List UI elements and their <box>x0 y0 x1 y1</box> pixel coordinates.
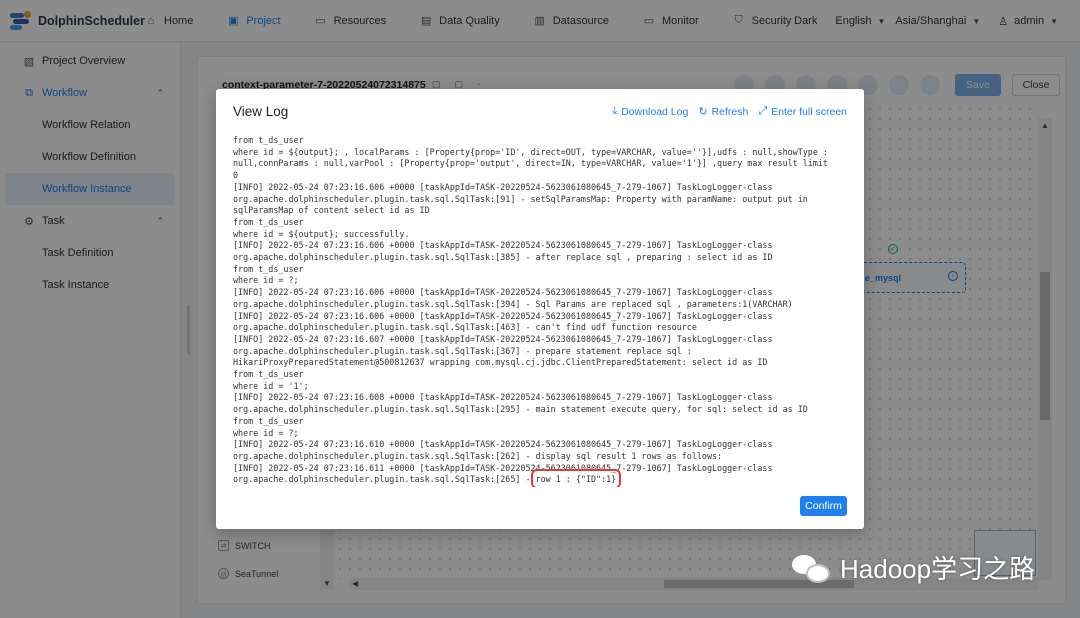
refresh-button[interactable]: ↻ Refresh <box>698 105 749 119</box>
refresh-icon: ↻ <box>698 106 708 118</box>
dialog-actions: ⤓ Download Log ↻ Refresh ⤢ Enter full sc… <box>602 105 847 118</box>
download-log-label: Download Log <box>621 105 689 118</box>
fullscreen-button[interactable]: ⤢ Enter full screen <box>758 105 847 118</box>
log-content[interactable]: from t_ds_user where id = ${output}; , l… <box>233 135 851 487</box>
fullscreen-icon: ⤢ <box>758 105 768 117</box>
log-result-highlight: row 1 : {"ID":1} <box>530 469 622 487</box>
download-icon: ⤓ <box>612 105 618 117</box>
watermark: Hadoop学习之路 <box>790 549 1035 586</box>
log-text: from t_ds_user where id = ${output}; , l… <box>233 135 828 485</box>
download-log-button[interactable]: ⤓ Download Log <box>612 105 688 118</box>
refresh-label: Refresh <box>711 105 749 118</box>
confirm-button[interactable]: Confirm <box>800 496 847 516</box>
fullscreen-label: Enter full screen <box>771 105 847 118</box>
view-log-dialog: View Log ⤓ Download Log ↻ Refresh ⤢ Ente… <box>216 89 864 529</box>
dialog-title: View Log <box>233 104 289 119</box>
watermark-text: Hadoop学习之路 <box>840 554 1036 584</box>
wechat-icon <box>790 551 834 585</box>
